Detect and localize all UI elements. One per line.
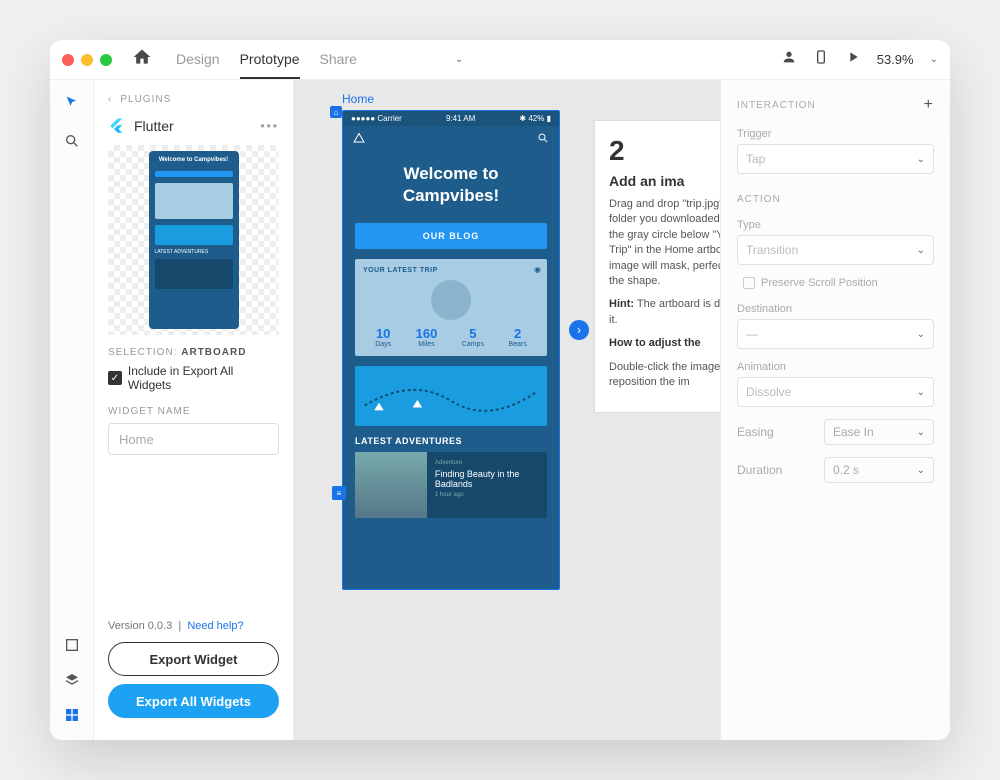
libraries-icon[interactable] bbox=[64, 637, 80, 658]
interaction-panel: INTERACTION + Trigger Tap⌄ ACTION Type T… bbox=[720, 80, 950, 740]
selection-value: ARTBOARD bbox=[181, 347, 246, 358]
artboard-name[interactable]: Home bbox=[342, 92, 374, 106]
trigger-label: Trigger bbox=[737, 128, 934, 140]
flutter-logo-icon bbox=[108, 117, 126, 135]
interaction-header: INTERACTION bbox=[737, 100, 816, 111]
cloud-user-icon[interactable] bbox=[781, 49, 797, 70]
step-number: 2 bbox=[609, 135, 720, 167]
zoom-level[interactable]: 53.9% bbox=[877, 52, 914, 67]
easing-select[interactable]: Ease In⌄ bbox=[824, 419, 934, 445]
tab-prototype[interactable]: Prototype bbox=[240, 41, 300, 79]
step-body: Drag and drop "trip.jpg" from the folder… bbox=[609, 197, 720, 289]
duration-select[interactable]: 0.2 s⌄ bbox=[824, 457, 934, 483]
home-icon[interactable] bbox=[132, 47, 152, 72]
chevron-down-icon[interactable]: ⌄ bbox=[455, 54, 463, 65]
checkmark-icon: ✓ bbox=[108, 371, 122, 385]
trigger-select[interactable]: Tap⌄ bbox=[737, 144, 934, 174]
map-card bbox=[355, 366, 547, 426]
search-icon bbox=[537, 132, 549, 147]
status-bar: ●●●●● Carrier9:41 AM✱ 42% ▮ bbox=[343, 111, 559, 126]
reorder-handle-icon[interactable]: ≡ bbox=[332, 486, 346, 500]
device-preview-icon[interactable] bbox=[813, 49, 829, 70]
minimize-window[interactable] bbox=[81, 54, 93, 66]
plugin-name: Flutter bbox=[134, 118, 174, 134]
next-artboard-icon[interactable]: › bbox=[569, 320, 589, 340]
duration-label: Duration bbox=[737, 463, 782, 477]
hero-text: Welcome to Campvibes! bbox=[343, 153, 559, 223]
type-label: Type bbox=[737, 219, 934, 231]
play-icon[interactable] bbox=[845, 49, 861, 70]
step-heading: Add an ima bbox=[609, 173, 720, 189]
back-chevron-icon[interactable]: ‹ bbox=[108, 94, 112, 105]
trip-card: YOUR LATEST TRIP ◉ 10Days 160Miles 5Camp… bbox=[355, 259, 547, 356]
search-icon[interactable] bbox=[64, 133, 80, 154]
home-handle-icon[interactable]: ⌂ bbox=[330, 106, 342, 118]
type-select[interactable]: Transition⌄ bbox=[737, 235, 934, 265]
export-all-widgets-button[interactable]: Export All Widgets bbox=[108, 684, 279, 718]
easing-label: Easing bbox=[737, 425, 774, 439]
preserve-scroll-checkbox[interactable]: Preserve Scroll Position bbox=[743, 277, 934, 289]
close-window[interactable] bbox=[62, 54, 74, 66]
include-export-checkbox[interactable]: ✓ Include in Export All Widgets bbox=[108, 364, 279, 392]
widget-name-label: WIDGET NAME bbox=[108, 406, 279, 417]
widget-name-input[interactable] bbox=[108, 423, 279, 455]
export-widget-button[interactable]: Export Widget bbox=[108, 642, 279, 676]
artboard-thumbnail[interactable]: Welcome to Campvibes! LATEST ADVENTURES bbox=[108, 145, 279, 335]
action-header: ACTION bbox=[737, 194, 781, 205]
window-controls bbox=[62, 54, 112, 66]
plugin-panel: ‹ PLUGINS Flutter ••• Welcome to Campvib… bbox=[94, 80, 294, 740]
titlebar: Design Prototype Share ⌄ 53.9% ⌄ bbox=[50, 40, 950, 80]
add-interaction-icon[interactable]: + bbox=[924, 96, 934, 114]
tool-rail bbox=[50, 80, 94, 740]
destination-label: Destination bbox=[737, 303, 934, 315]
plugins-icon[interactable] bbox=[64, 707, 80, 728]
more-icon[interactable]: ••• bbox=[260, 119, 279, 133]
blog-button: OUR BLOG bbox=[355, 223, 547, 249]
tab-share[interactable]: Share bbox=[320, 41, 357, 79]
animation-select[interactable]: Dissolve⌄ bbox=[737, 377, 934, 407]
panel-title: PLUGINS bbox=[120, 94, 171, 105]
mode-tabs: Design Prototype Share bbox=[176, 41, 357, 79]
tab-design[interactable]: Design bbox=[176, 41, 220, 79]
animation-label: Animation bbox=[737, 361, 934, 373]
tutorial-card: 2 Add an ima Drag and drop "trip.jpg" fr… bbox=[594, 120, 720, 413]
select-tool-icon[interactable] bbox=[64, 94, 80, 115]
adventures-header: LATEST ADVENTURES bbox=[355, 436, 547, 446]
artboard-home[interactable]: ●●●●● Carrier9:41 AM✱ 42% ▮ Welcome to C… bbox=[342, 110, 560, 590]
app-window: Design Prototype Share ⌄ 53.9% ⌄ ‹ bbox=[50, 40, 950, 740]
help-link[interactable]: Need help? bbox=[187, 620, 243, 632]
adventure-card: Adventure Finding Beauty in the Badlands… bbox=[355, 452, 547, 518]
version-text: Version 0.0.3 bbox=[108, 620, 172, 632]
tent-icon bbox=[353, 132, 365, 147]
destination-select[interactable]: —⌄ bbox=[737, 319, 934, 349]
canvas[interactable]: Home ⌂ ●●●●● Carrier9:41 AM✱ 42% ▮ Welco… bbox=[294, 80, 720, 740]
layers-icon[interactable] bbox=[64, 672, 80, 693]
maximize-window[interactable] bbox=[100, 54, 112, 66]
zoom-chevron-icon[interactable]: ⌄ bbox=[930, 54, 938, 65]
selection-label: SELECTION: bbox=[108, 347, 177, 358]
